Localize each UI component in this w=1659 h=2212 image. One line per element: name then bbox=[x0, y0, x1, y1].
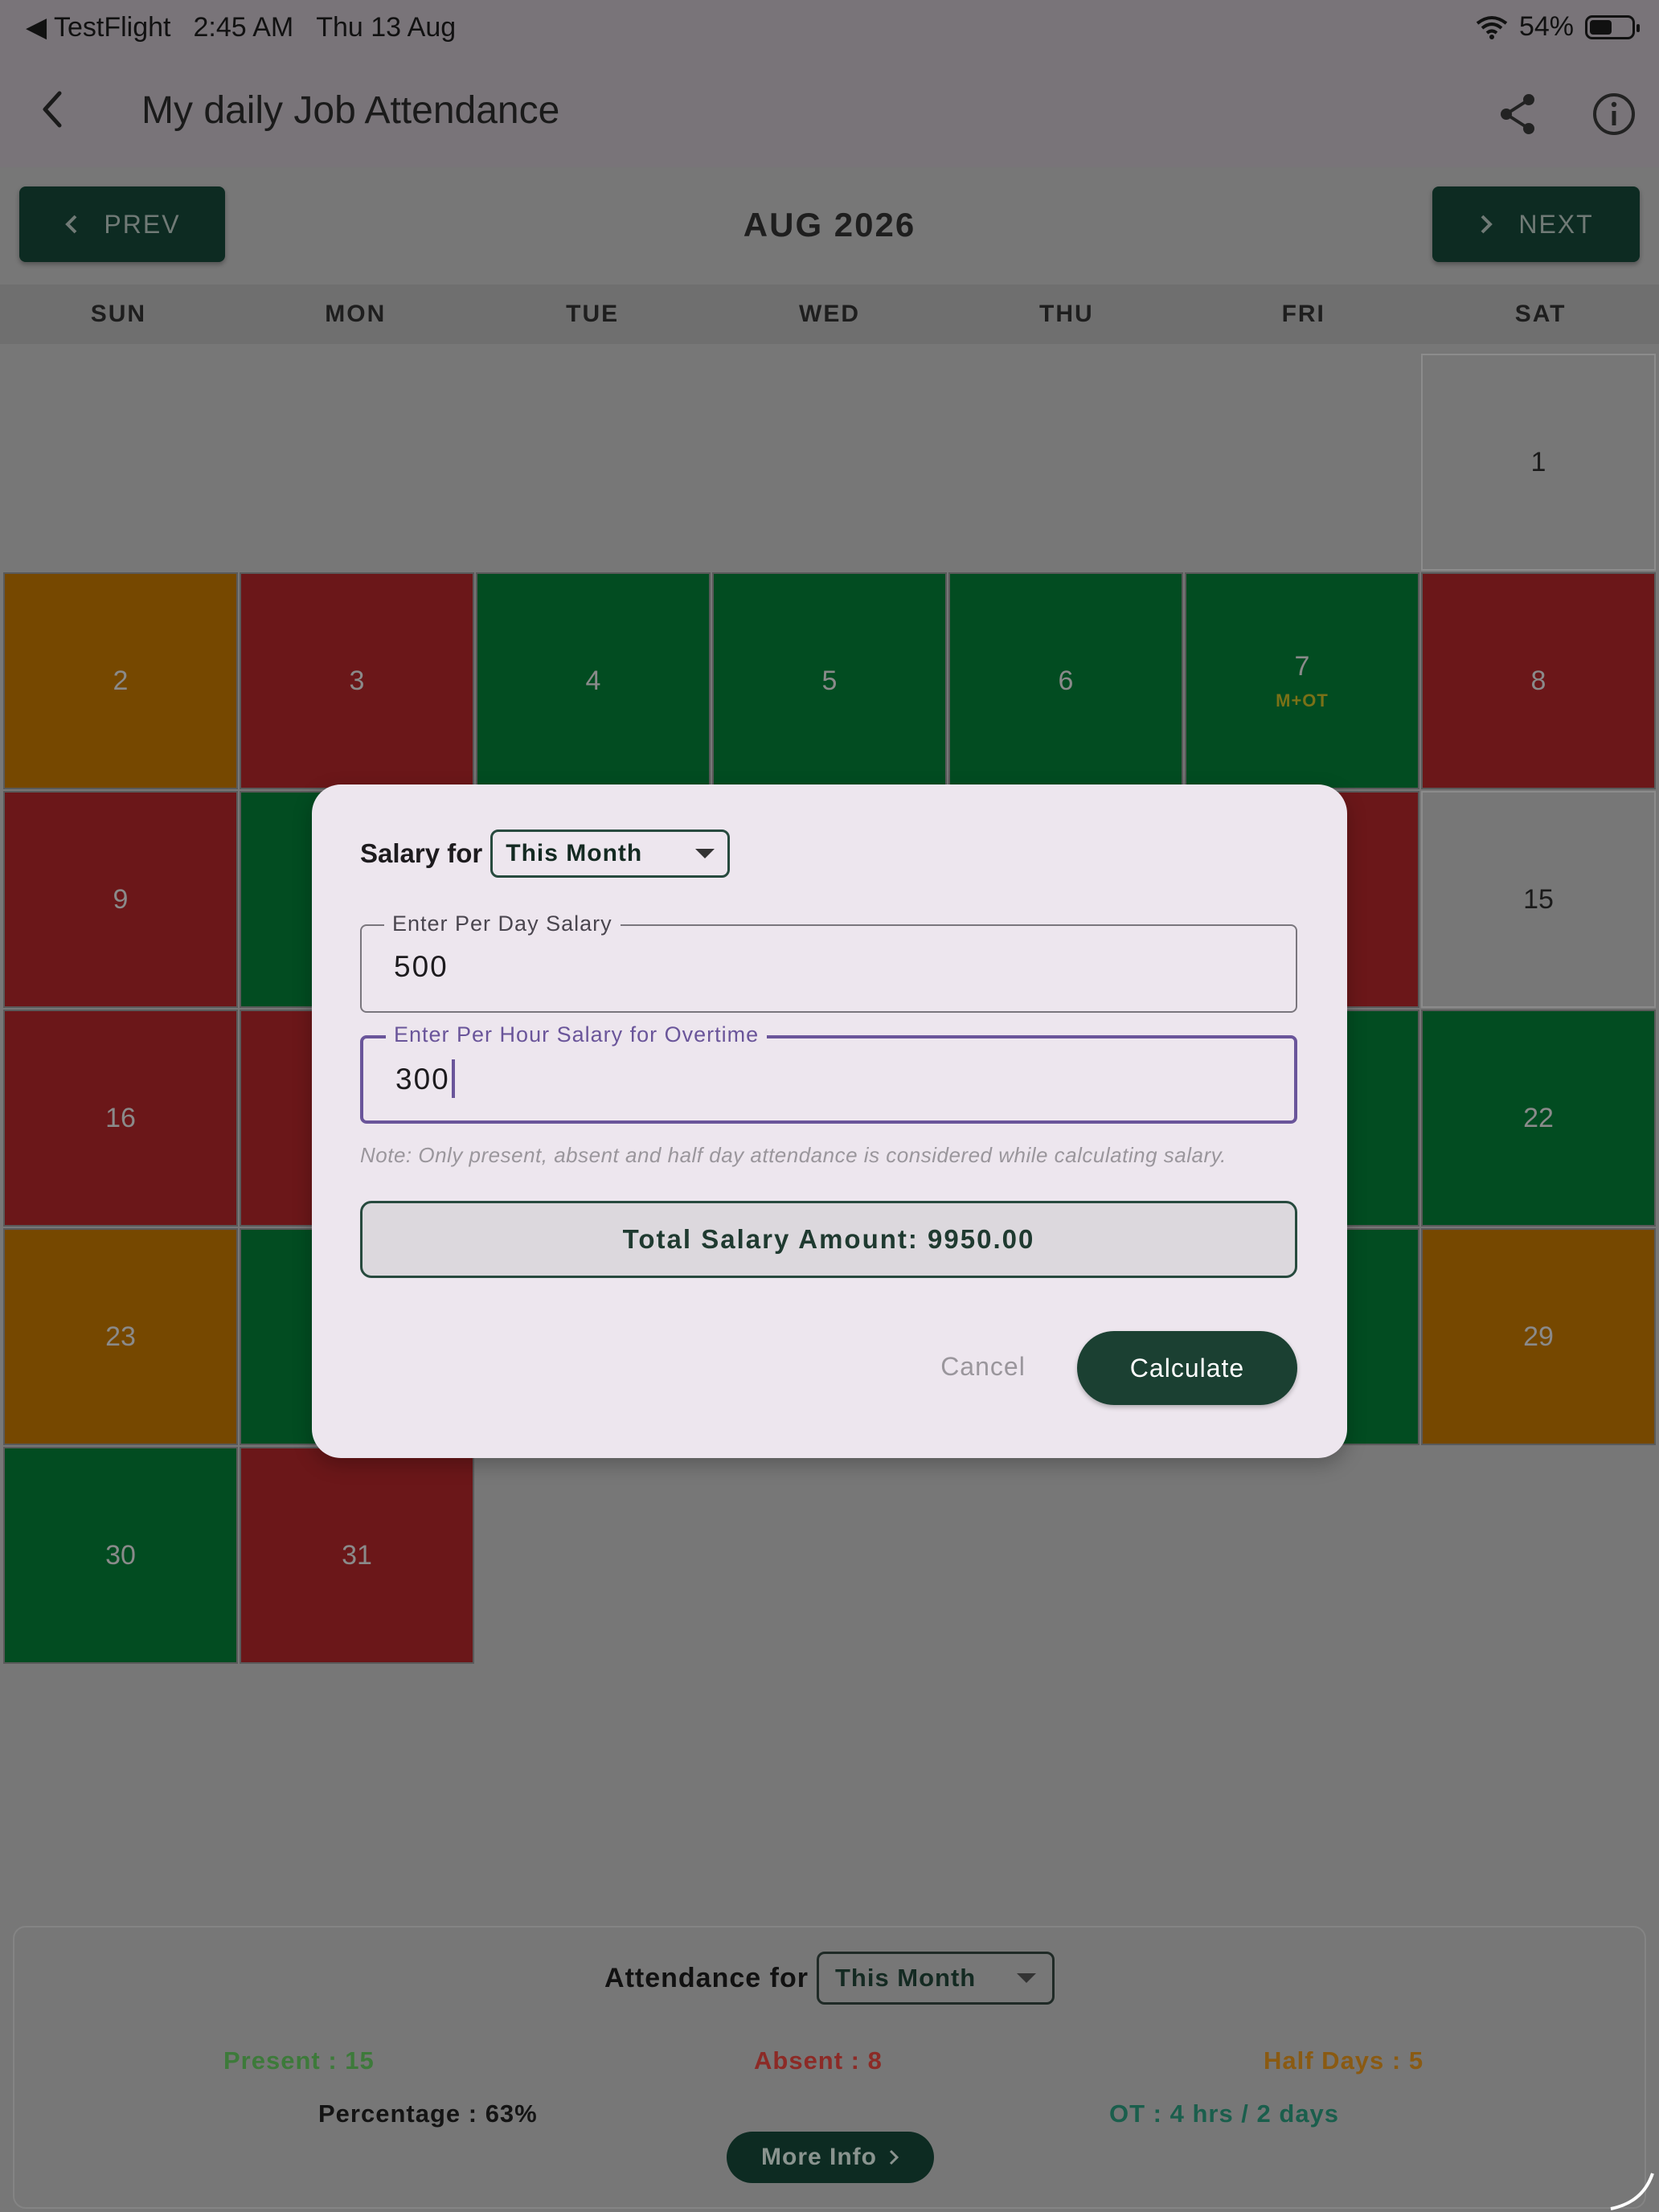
calendar-day-number: 3 bbox=[349, 665, 365, 696]
calendar-day-2[interactable]: 2 bbox=[3, 572, 238, 789]
calendar-day-9[interactable]: 9 bbox=[3, 791, 238, 1008]
app-bar: My daily Job Attendance bbox=[0, 55, 1659, 167]
back-arrow-icon[interactable] bbox=[29, 85, 77, 133]
month-label: AUG 2026 bbox=[743, 206, 916, 244]
calendar-day-number: 16 bbox=[105, 1102, 136, 1133]
calendar-day-30[interactable]: 30 bbox=[3, 1447, 238, 1664]
salary-note: Note: Only present, absent and half day … bbox=[360, 1143, 1227, 1167]
weekday-thu: THU bbox=[1039, 301, 1094, 327]
info-icon[interactable] bbox=[1590, 90, 1638, 138]
calendar-day-4[interactable]: 4 bbox=[476, 572, 711, 789]
calendar-day-7[interactable]: 7 M+OT bbox=[1185, 572, 1419, 789]
attendance-for-label: Attendance for bbox=[604, 1962, 809, 1993]
next-month-button[interactable]: NEXT bbox=[1432, 186, 1640, 262]
weekday-tue: TUE bbox=[566, 301, 620, 327]
calendar-day-number: 29 bbox=[1523, 1321, 1554, 1352]
calendar-day-number: 2 bbox=[113, 665, 129, 696]
attendance-period-dropdown[interactable]: This Month bbox=[816, 1952, 1055, 2005]
weekday-fri: FRI bbox=[1281, 301, 1325, 327]
calendar-day-number: 4 bbox=[585, 665, 601, 696]
calendar-day-8[interactable]: 8 bbox=[1421, 572, 1656, 789]
month-navigation: PREV AUG 2026 NEXT bbox=[0, 167, 1659, 285]
calendar-day-15[interactable]: 15 bbox=[1421, 791, 1656, 1008]
back-to-app-link[interactable]: ◀ TestFlight bbox=[26, 11, 170, 43]
calendar-day-number: 1 bbox=[1530, 446, 1546, 477]
status-bar: ◀ TestFlight 2:45 AM Thu 13 Aug 54% bbox=[0, 0, 1659, 55]
calendar-day-16[interactable]: 16 bbox=[3, 1010, 238, 1227]
status-time: 2:45 AM bbox=[193, 11, 294, 43]
attendance-percentage: Percentage : 63% bbox=[318, 2099, 538, 2128]
weekday-mon: MON bbox=[325, 301, 387, 327]
per-day-salary-label: Enter Per Day Salary bbox=[384, 911, 621, 936]
chevron-right-icon bbox=[889, 2149, 899, 2165]
overtime-hourly-salary-field[interactable]: Enter Per Hour Salary for Overtime 300 bbox=[360, 1022, 1297, 1124]
battery-icon bbox=[1585, 14, 1640, 39]
calendar-day-number: 15 bbox=[1523, 883, 1554, 915]
calendar-day-3[interactable]: 3 bbox=[240, 572, 474, 789]
salary-period-dropdown[interactable]: This Month bbox=[490, 830, 731, 878]
dropdown-caret-icon bbox=[1016, 1973, 1036, 1983]
text-cursor bbox=[451, 1059, 455, 1099]
present-count: Present : 15 bbox=[223, 2046, 375, 2075]
calendar-day-6[interactable]: 6 bbox=[948, 572, 1183, 789]
salary-period-value: This Month bbox=[506, 840, 643, 866]
calendar-day-5[interactable]: 5 bbox=[712, 572, 947, 789]
salary-for-row: Salary for This Month bbox=[360, 830, 731, 878]
per-day-salary-value[interactable]: 500 bbox=[394, 950, 449, 984]
calendar-day-22[interactable]: 22 bbox=[1421, 1010, 1656, 1227]
share-icon[interactable] bbox=[1493, 90, 1542, 138]
overtime-hourly-salary-input[interactable]: 300 bbox=[395, 1059, 455, 1099]
dropdown-caret-icon bbox=[695, 849, 715, 858]
status-date: Thu 13 Aug bbox=[316, 11, 457, 43]
weekday-header: SUN MON TUE WED THU FRI SAT bbox=[0, 285, 1659, 344]
battery-fill bbox=[1590, 19, 1612, 35]
salary-dialog: Salary for This Month Enter Per Day Sala… bbox=[312, 784, 1347, 1458]
calendar-day-29[interactable]: 29 bbox=[1421, 1228, 1656, 1445]
calendar-day-number: 30 bbox=[105, 1539, 136, 1571]
calendar-day-1[interactable]: 1 bbox=[1421, 354, 1656, 571]
calendar-day-number: 6 bbox=[1058, 665, 1074, 696]
corner-indicator-icon bbox=[1610, 2173, 1654, 2210]
half-days-count: Half Days : 5 bbox=[1264, 2046, 1424, 2075]
chevron-right-icon bbox=[1481, 215, 1493, 234]
total-salary-amount: Total Salary Amount: 9950.00 bbox=[360, 1201, 1297, 1278]
calendar-day-31[interactable]: 31 bbox=[240, 1447, 474, 1664]
weekday-sun: SUN bbox=[90, 301, 147, 327]
attendance-period-value: This Month bbox=[834, 1964, 977, 1992]
calendar-day-number: 9 bbox=[113, 883, 129, 915]
more-info-label: More Info bbox=[761, 2144, 877, 2170]
overtime-summary: OT : 4 hrs / 2 days bbox=[1109, 2099, 1340, 2128]
calendar-day-number: 31 bbox=[342, 1539, 372, 1571]
calendar-day-23[interactable]: 23 bbox=[3, 1228, 238, 1445]
calendar-day-number: 23 bbox=[105, 1321, 136, 1352]
per-day-salary-field[interactable]: Enter Per Day Salary 500 bbox=[360, 911, 1297, 1013]
calendar-day-number: 8 bbox=[1530, 665, 1546, 696]
page-title: My daily Job Attendance bbox=[141, 89, 560, 132]
calendar-day-number: 5 bbox=[821, 665, 838, 696]
battery-percent: 54% bbox=[1518, 11, 1574, 42]
calendar-day-number: 7 bbox=[1294, 650, 1310, 682]
wifi-icon bbox=[1476, 15, 1508, 39]
weekday-sat: SAT bbox=[1514, 301, 1567, 327]
overtime-hourly-salary-value: 300 bbox=[395, 1063, 450, 1096]
absent-count: Absent : 8 bbox=[754, 2046, 883, 2075]
next-label: NEXT bbox=[1518, 209, 1594, 239]
calculate-button[interactable]: Calculate bbox=[1077, 1331, 1297, 1405]
attendance-summary: Attendance for This Month Present : 15 A… bbox=[13, 1926, 1646, 2209]
calendar-day-number: 22 bbox=[1523, 1102, 1554, 1133]
cancel-button[interactable]: Cancel bbox=[931, 1329, 1035, 1403]
more-info-button[interactable]: More Info bbox=[727, 2132, 934, 2183]
weekday-wed: WED bbox=[799, 301, 860, 327]
salary-for-label: Salary for bbox=[360, 838, 483, 868]
calendar-day-tag: M+OT bbox=[1276, 690, 1329, 711]
overtime-hourly-salary-label: Enter Per Hour Salary for Overtime bbox=[386, 1022, 768, 1047]
